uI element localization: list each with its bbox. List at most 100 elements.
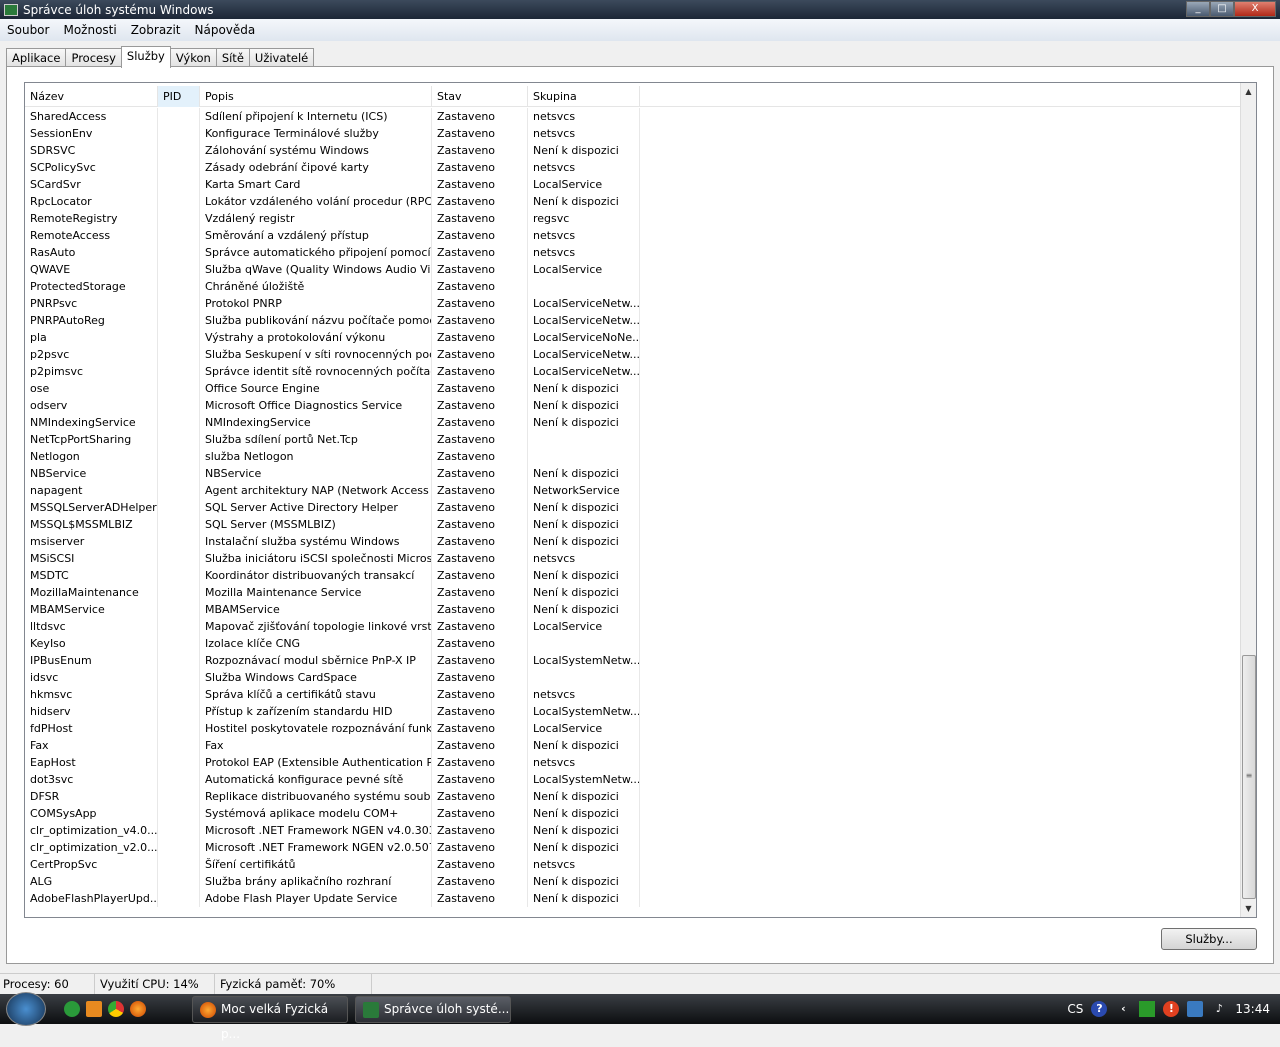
- window-title: Správce úloh systému Windows: [23, 2, 214, 17]
- table-row[interactable]: odserv Microsoft Office Diagnostics Servi…: [25, 397, 640, 414]
- table-row[interactable]: MSSQLServerADHelper SQL Server Active Dir…: [25, 499, 640, 516]
- clock[interactable]: 13:44: [1235, 1002, 1270, 1016]
- service-pid: [158, 448, 200, 465]
- service-status: Zastaveno: [432, 601, 528, 618]
- firefox-icon[interactable]: [130, 1001, 146, 1017]
- table-row[interactable]: lltdsvc Mapovač zjišťování topologie link…: [25, 618, 640, 635]
- start-button[interactable]: [6, 992, 46, 1026]
- table-row[interactable]: SessionEnv Konfigurace Terminálové služby…: [25, 125, 640, 142]
- table-row[interactable]: pla Výstrahy a protokolování výkonu Zastav…: [25, 329, 640, 346]
- table-row[interactable]: hkmsvc Správa klíčů a certifikátů stavu Za…: [25, 686, 640, 703]
- service-name: NMIndexingService: [25, 414, 158, 431]
- table-row[interactable]: RemoteAccess Směrování a vzdálený přístup…: [25, 227, 640, 244]
- service-status: Zastaveno: [432, 516, 528, 533]
- media-player-icon[interactable]: [86, 1001, 102, 1017]
- menu-zobrazit[interactable]: Zobrazit: [124, 23, 188, 37]
- tab-vykon[interactable]: Výkon: [169, 48, 217, 68]
- tab-sluzby[interactable]: Služby: [120, 46, 171, 68]
- column-header-status[interactable]: Stav: [432, 86, 528, 107]
- language-indicator[interactable]: CS: [1067, 1002, 1083, 1016]
- table-row[interactable]: napagent Agent architektury NAP (Network …: [25, 482, 640, 499]
- column-header-pid[interactable]: PID: [158, 86, 200, 107]
- menu-soubor[interactable]: Soubor: [0, 23, 56, 37]
- column-header-name[interactable]: Název: [25, 86, 158, 107]
- table-row[interactable]: NBService NBService Zastaveno Není k dispoz…: [25, 465, 640, 482]
- scroll-up-icon[interactable]: ▲: [1241, 83, 1256, 100]
- table-row[interactable]: SDRSVC Zálohování systému Windows Zastaven…: [25, 142, 640, 159]
- service-pid: [158, 533, 200, 550]
- table-row[interactable]: idsvc Služba Windows CardSpace Zastaveno: [25, 669, 640, 686]
- table-row[interactable]: msiserver Instalační služba systému Windo…: [25, 533, 640, 550]
- table-row[interactable]: p2pimsvc Správce identit sítě rovnocennýc…: [25, 363, 640, 380]
- utorrent-icon[interactable]: [64, 1001, 80, 1017]
- menu-moznosti[interactable]: Možnosti: [56, 23, 123, 37]
- close-button[interactable]: X: [1234, 1, 1276, 17]
- scroll-thumb[interactable]: ≡: [1242, 655, 1256, 899]
- table-row[interactable]: PNRPsvc Protokol PNRP Zastaveno LocalServic…: [25, 295, 640, 312]
- service-pid: [158, 839, 200, 856]
- table-row[interactable]: NMIndexingService NMIndexingService Zastav…: [25, 414, 640, 431]
- maximize-button[interactable]: □: [1210, 1, 1234, 17]
- table-row[interactable]: SCardSvr Karta Smart Card Zastaveno LocalSe…: [25, 176, 640, 193]
- table-row[interactable]: p2psvc Služba Seskupení v síti rovnocenný…: [25, 346, 640, 363]
- services-list[interactable]: Název PID Popis Stav Skupina SharedAcces…: [24, 82, 1257, 918]
- table-row[interactable]: MSDTC Koordinátor distribuovaných transak…: [25, 567, 640, 584]
- table-row[interactable]: COMSysApp Systémová aplikace modelu COM+ Z…: [25, 805, 640, 822]
- table-row[interactable]: hidserv Přístup k zařízením standardu HID…: [25, 703, 640, 720]
- tab-aplikace[interactable]: Aplikace: [6, 48, 67, 68]
- table-row[interactable]: RasAuto Správce automatického připojení p…: [25, 244, 640, 261]
- table-row[interactable]: clr_optimization_v2.0.... Microsoft .NET …: [25, 839, 640, 856]
- service-status: Zastaveno: [432, 686, 528, 703]
- service-description: Mozilla Maintenance Service: [200, 584, 432, 601]
- table-row[interactable]: PNRPAutoReg Služba publikování názvu počí…: [25, 312, 640, 329]
- table-row[interactable]: MBAMService MBAMService Zastaveno Není k di…: [25, 601, 640, 618]
- column-header-description[interactable]: Popis: [200, 86, 432, 107]
- table-row[interactable]: ProtectedStorage Chráněné úložiště Zastave…: [25, 278, 640, 295]
- tab-uzivatele[interactable]: Uživatelé: [248, 48, 315, 68]
- service-group: netsvcs: [528, 856, 640, 873]
- cpu-meter-icon[interactable]: [1139, 1001, 1156, 1017]
- tab-procesy[interactable]: Procesy: [65, 48, 122, 68]
- table-row[interactable]: DFSR Replikace distribuovaného systému so…: [25, 788, 640, 805]
- table-row[interactable]: NetTcpPortSharing Služba sdílení portů Ne…: [25, 431, 640, 448]
- service-description: Služba brány aplikačního rozhraní: [200, 873, 432, 890]
- show-hidden-icon[interactable]: ‹: [1115, 1001, 1131, 1017]
- chrome-icon[interactable]: [108, 1001, 124, 1017]
- table-row[interactable]: AdobeFlashPlayerUpd... Adobe Flash Player…: [25, 890, 640, 907]
- service-pid: [158, 601, 200, 618]
- service-description: Služba qWave (Quality Windows Audio Vid.…: [200, 261, 432, 278]
- table-row[interactable]: KeyIso Izolace klíče CNG Zastaveno: [25, 635, 640, 652]
- table-row[interactable]: dot3svc Automatická konfigurace pevné sít…: [25, 771, 640, 788]
- minimize-button[interactable]: _: [1186, 1, 1210, 17]
- table-row[interactable]: fdPHost Hostitel poskytovatele rozpoznává…: [25, 720, 640, 737]
- tab-site[interactable]: Sítě: [215, 48, 250, 68]
- table-row[interactable]: ALG Služba brány aplikačního rozhraní Zast…: [25, 873, 640, 890]
- vertical-scrollbar[interactable]: ▲ ≡ ▼: [1240, 83, 1256, 917]
- table-row[interactable]: QWAVE Služba qWave (Quality Windows Audio…: [25, 261, 640, 278]
- help-icon[interactable]: ?: [1091, 1001, 1108, 1017]
- table-row[interactable]: Fax Fax Zastaveno Není k dispozici: [25, 737, 640, 754]
- column-header-group[interactable]: Skupina: [528, 86, 640, 107]
- services-button[interactable]: Služby...: [1161, 928, 1257, 950]
- table-row[interactable]: MSSQL$MSSMLBIZ SQL Server (MSSMLBIZ) Zasta…: [25, 516, 640, 533]
- menu-napoveda[interactable]: Nápověda: [188, 23, 263, 37]
- table-row[interactable]: ose Office Source Engine Zastaveno Není k d…: [25, 380, 640, 397]
- service-name: Fax: [25, 737, 158, 754]
- table-row[interactable]: Netlogon služba Netlogon Zastaveno: [25, 448, 640, 465]
- table-row[interactable]: CertPropSvc Šíření certifikátů Zastaveno ne…: [25, 856, 640, 873]
- table-row[interactable]: SCPolicySvc Zásady odebrání čipové karty Z…: [25, 159, 640, 176]
- taskbar-button-task-manager[interactable]: Správce úloh systé...: [355, 996, 511, 1023]
- network-icon[interactable]: [1187, 1001, 1204, 1017]
- table-row[interactable]: RpcLocator Lokátor vzdáleného volání proc…: [25, 193, 640, 210]
- table-row[interactable]: SharedAccess Sdílení připojení k Internet…: [25, 108, 640, 125]
- taskbar-button-firefox[interactable]: Moc velká Fyzická p...: [192, 996, 348, 1041]
- alert-icon[interactable]: !: [1163, 1001, 1180, 1017]
- table-row[interactable]: clr_optimization_v4.0.... Microsoft .NET …: [25, 822, 640, 839]
- table-row[interactable]: RemoteRegistry Vzdálený registr Zastaveno r…: [25, 210, 640, 227]
- table-row[interactable]: IPBusEnum Rozpoznávací modul sběrnice PnP…: [25, 652, 640, 669]
- scroll-down-icon[interactable]: ▼: [1241, 900, 1256, 917]
- volume-icon[interactable]: ♪: [1211, 1001, 1227, 1017]
- table-row[interactable]: MSiSCSI Služba iniciátoru iSCSI společnos…: [25, 550, 640, 567]
- table-row[interactable]: EapHost Protokol EAP (Extensible Authenti…: [25, 754, 640, 771]
- table-row[interactable]: MozillaMaintenance Mozilla Maintenance Se…: [25, 584, 640, 601]
